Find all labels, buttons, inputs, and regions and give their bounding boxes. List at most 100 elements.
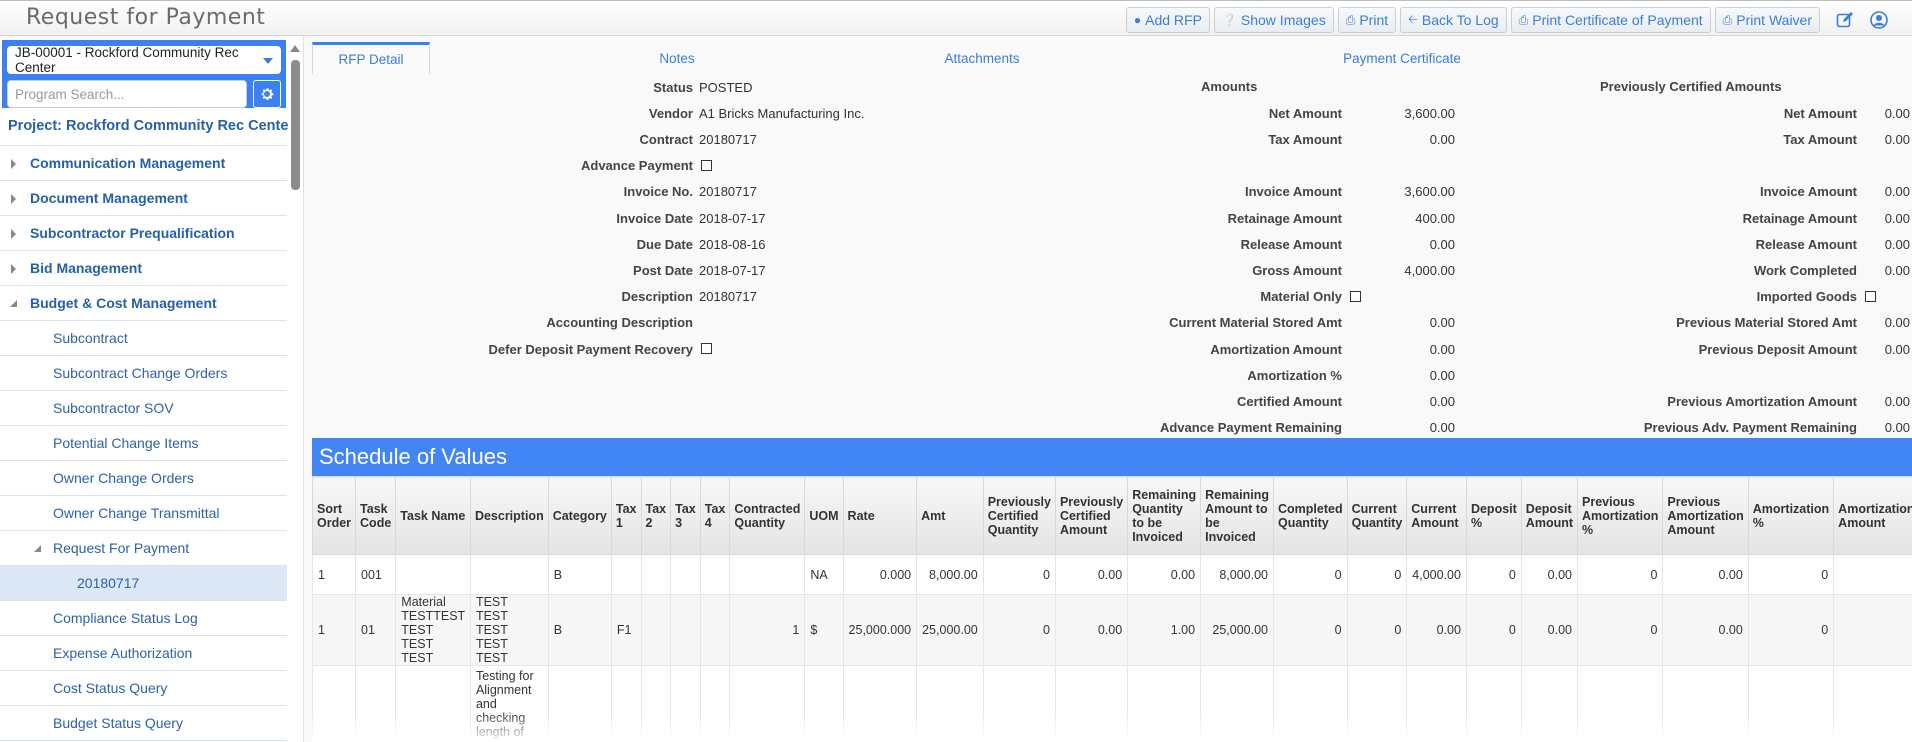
sidebar-item[interactable]: Owner Change Orders [0,461,287,496]
table-cell: F1 [610,594,642,666]
table-cell: 0 [982,594,1056,666]
column-header[interactable]: Tax 4 [699,476,731,555]
table-cell [640,594,672,666]
sidebar-item[interactable]: Request For Payment [0,531,287,566]
column-header[interactable]: Rate [842,476,918,555]
tab-notes[interactable]: Notes [612,42,742,74]
project-select[interactable]: JB-00001 - Rockford Community Rec Center [7,45,281,75]
table-row[interactable]: 1 01 Material TESTTEST TEST TEST TEST TEST … [312,594,1912,666]
column-header[interactable]: Tax 2 [640,476,672,555]
column-header[interactable]: Contracted Quantity [729,476,806,555]
column-header[interactable]: Remaining Amount to be Invoiced [1200,476,1274,555]
tab-payment-certificate[interactable]: Payment Certificate [1312,42,1492,74]
tab-attachments[interactable]: Attachments [917,42,1047,74]
scroll-up-icon[interactable] [290,45,300,52]
table-cell [670,665,701,742]
sidebar-item[interactable]: Bid Management [0,251,287,286]
column-header[interactable]: Category [547,476,612,555]
form-field: Previous Material Stored Amt 0.00 [312,313,1912,333]
sidebar-item[interactable]: Subcontractor SOV [0,391,287,426]
column-header[interactable]: Previous Amortization % [1576,476,1664,555]
column-header[interactable]: Sort Order [312,476,357,555]
form-field: Net Amount 0.00 [312,103,1912,123]
scrollbar-thumb[interactable] [290,60,300,190]
column-header[interactable]: Tax 1 [610,476,642,555]
show-images-button[interactable]: ❔ Show Images [1213,7,1334,33]
print-waiver-button[interactable]: ⎙ Print Waiver [1714,7,1820,33]
sidebar-item[interactable]: Cost Status Query [0,671,287,706]
column-header[interactable]: UOM [804,476,844,555]
sidebar-item[interactable]: Budget & Cost Management [0,286,287,321]
sidebar-item[interactable]: Document Management [0,181,287,216]
settings-button[interactable] [253,80,281,108]
user-circle-icon[interactable] [1866,7,1892,33]
chevron-down-icon [263,58,273,64]
sidebar-item[interactable]: Owner Change Transmittal [0,496,287,531]
sidebar-item-label: 20180717 [77,575,140,591]
gear-icon [261,88,274,100]
checkbox[interactable] [1865,290,1876,302]
sidebar-item[interactable]: Compliance Status Log [0,601,287,636]
column-header[interactable]: Deposit % [1465,476,1522,555]
sidebar-item-label: Cost Status Query [53,680,168,696]
sidebar-item[interactable]: Potential Change Items [0,426,287,461]
sidebar-item[interactable]: Subcontract Change Orders [0,356,287,391]
sidebar-item[interactable]: Communication Management [0,146,287,181]
table-cell [1833,665,1912,742]
column-header[interactable]: Current Quantity [1346,476,1408,555]
column-header[interactable]: Tax 3 [670,476,701,555]
column-header[interactable]: Amortization % [1747,476,1835,555]
tab-bar: RFP Detail Notes Attachments Payment Cer… [312,42,1912,74]
table-cell [982,665,1056,742]
sidebar-item[interactable]: Expense Authorization [0,636,287,671]
table-cell [842,665,918,742]
sidebar-item-label: Document Management [30,190,188,206]
column-header[interactable]: Current Amount [1406,476,1467,555]
add-rfp-button[interactable]: ● Add RFP [1125,7,1210,33]
sidebar-item-label: Request For Payment [53,540,190,556]
edit-icon[interactable] [1832,7,1858,33]
checkbox[interactable] [701,159,712,171]
table-cell [916,665,984,742]
expanded-triangle-icon[interactable] [34,545,41,552]
column-header[interactable]: Previously Certified Amount [1054,476,1129,555]
column-header[interactable]: Task Name [395,476,471,555]
column-header[interactable]: Previous Amortization Amount [1662,476,1749,555]
sidebar-item[interactable]: Subcontractor Prequalification [0,216,287,251]
form-field: Previous Amortization Amount 0.00 [312,391,1912,411]
expanded-triangle-icon[interactable] [10,300,17,307]
table-cell [699,554,731,595]
field-value: 0.00 [1884,105,1910,121]
table-cell: 0.000 [842,554,918,595]
column-header[interactable]: Remaining Quantity to be Invoiced [1127,476,1202,555]
column-header[interactable]: Task Code [355,476,397,555]
program-search-input[interactable] [7,80,248,108]
sidebar-scrollbar[interactable] [289,40,301,740]
table-row[interactable]: Testing for Alignment and checking lengt… [312,665,1912,742]
collapsed-triangle-icon[interactable] [11,194,16,204]
form-field: Status POSTED [312,77,1912,97]
sidebar-item[interactable]: Subcontract [0,321,287,356]
table-row[interactable]: 1 001 B NA 0.000 8,000.00 0 0.00 0.00 8,000.00 0 0 4… [312,554,1912,595]
collapsed-triangle-icon[interactable] [11,159,16,169]
column-header[interactable]: Deposit Amount [1520,476,1579,555]
print-button[interactable]: ⎙ Print [1337,7,1397,33]
column-header[interactable]: Amt [916,476,984,555]
table-cell: 25,000.000 [842,594,918,666]
table-cell [640,665,672,742]
print-waiver-label: Print Waiver [1736,12,1812,28]
sidebar-item[interactable]: 20180717 [0,566,287,601]
sidebar-item[interactable]: Budget Status Query [0,706,287,741]
collapsed-triangle-icon[interactable] [11,229,16,239]
column-header[interactable]: Completed Quantity [1273,476,1348,555]
column-header[interactable]: Previously Certified Quantity [982,476,1056,555]
tab-rfp-detail[interactable]: RFP Detail [312,42,430,74]
collapsed-triangle-icon[interactable] [11,264,16,274]
back-to-log-button[interactable]: 🡠 Back To Log [1400,7,1507,33]
table-cell [1200,665,1274,742]
print-certificate-button[interactable]: ⎙ Print Certificate of Payment [1510,7,1711,33]
column-header[interactable]: Amortization Amount [1833,476,1912,555]
column-header[interactable]: Description [469,476,549,555]
print-icon: ⎙ [1722,12,1733,27]
field-value: POSTED [699,79,753,95]
